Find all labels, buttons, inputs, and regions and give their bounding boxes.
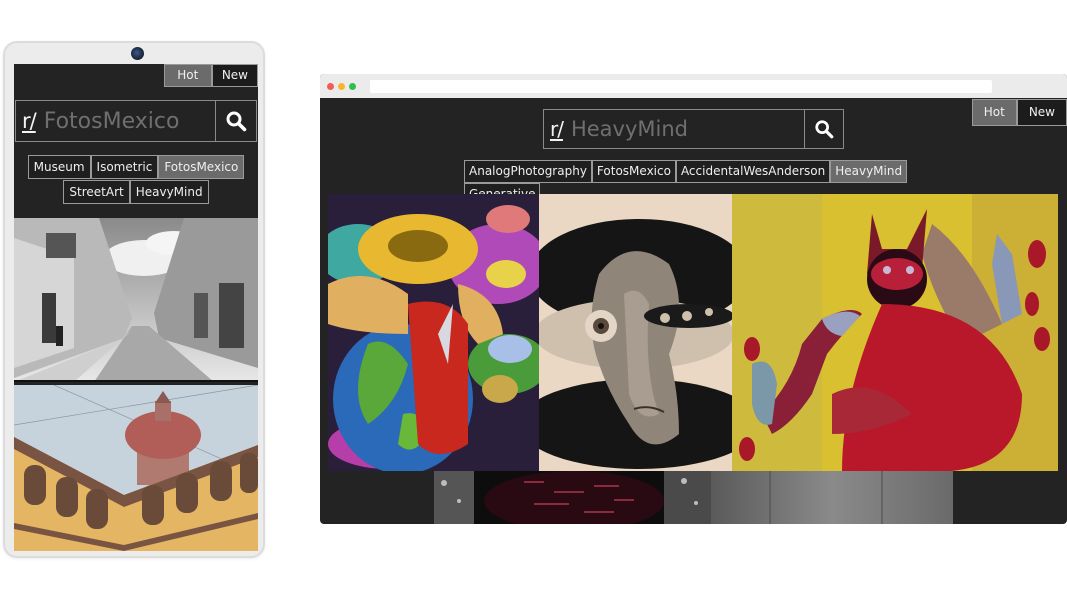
chip-analogphotography[interactable]: AnalogPhotography bbox=[464, 160, 592, 183]
address-bar[interactable] bbox=[370, 80, 992, 93]
subreddit-prefix: r/ bbox=[550, 117, 564, 141]
post-image[interactable] bbox=[14, 385, 258, 551]
subreddit-chip-list: Museum Isometric FotosMexico StreetArt H… bbox=[20, 155, 252, 204]
search-value: FotosMexico bbox=[43, 108, 180, 134]
chip-heavymind[interactable]: HeavyMind bbox=[129, 180, 209, 204]
chip-streetart[interactable]: StreetArt bbox=[63, 180, 130, 204]
chip-museum[interactable]: Museum bbox=[27, 155, 91, 179]
post-image[interactable] bbox=[732, 194, 1058, 471]
chip-fotosmexico[interactable]: FotosMexico bbox=[158, 155, 245, 179]
search-button[interactable] bbox=[216, 101, 256, 141]
search-icon bbox=[815, 120, 834, 139]
post-image[interactable] bbox=[539, 194, 732, 471]
phone-screen: Hot New r/ FotosMexico Museum Isometric … bbox=[14, 64, 258, 551]
minimize-window-button[interactable] bbox=[338, 83, 345, 90]
post-image[interactable] bbox=[14, 218, 258, 382]
close-window-button[interactable] bbox=[327, 83, 334, 90]
search-value: HeavyMind bbox=[570, 117, 688, 141]
phone-camera bbox=[131, 47, 144, 60]
sort-toggle: Hot New bbox=[971, 99, 1067, 126]
maximize-window-button[interactable] bbox=[349, 83, 356, 90]
subreddit-search: r/ FotosMexico bbox=[15, 100, 257, 142]
subreddit-search-input[interactable]: r/ HeavyMind bbox=[544, 110, 805, 148]
browser-toolbar bbox=[320, 74, 1067, 98]
sort-hot-button[interactable]: Hot bbox=[163, 64, 212, 87]
chip-fotosmexico[interactable]: FotosMexico bbox=[591, 160, 676, 183]
sort-new-button[interactable]: New bbox=[211, 64, 258, 87]
sort-hot-button[interactable]: Hot bbox=[971, 99, 1017, 126]
chip-heavymind[interactable]: HeavyMind bbox=[830, 160, 908, 183]
search-button[interactable] bbox=[805, 110, 843, 148]
subreddit-search: r/ HeavyMind bbox=[543, 109, 844, 149]
post-image[interactable] bbox=[711, 471, 953, 524]
chip-isometric[interactable]: Isometric bbox=[90, 155, 159, 179]
phone-mockup: Hot New r/ FotosMexico Museum Isometric … bbox=[3, 41, 265, 558]
chip-accidentalwesanderson[interactable]: AccidentalWesAnderson bbox=[675, 160, 831, 183]
post-image[interactable] bbox=[328, 194, 539, 471]
sort-toggle: Hot New bbox=[163, 64, 258, 87]
browser-window: Hot New r/ HeavyMind AnalogPhotography F… bbox=[320, 74, 1067, 524]
subreddit-prefix: r/ bbox=[22, 109, 37, 133]
post-image[interactable] bbox=[434, 471, 711, 524]
sort-new-button[interactable]: New bbox=[1016, 99, 1067, 126]
search-icon bbox=[226, 111, 247, 132]
subreddit-search-input[interactable]: r/ FotosMexico bbox=[16, 101, 216, 141]
